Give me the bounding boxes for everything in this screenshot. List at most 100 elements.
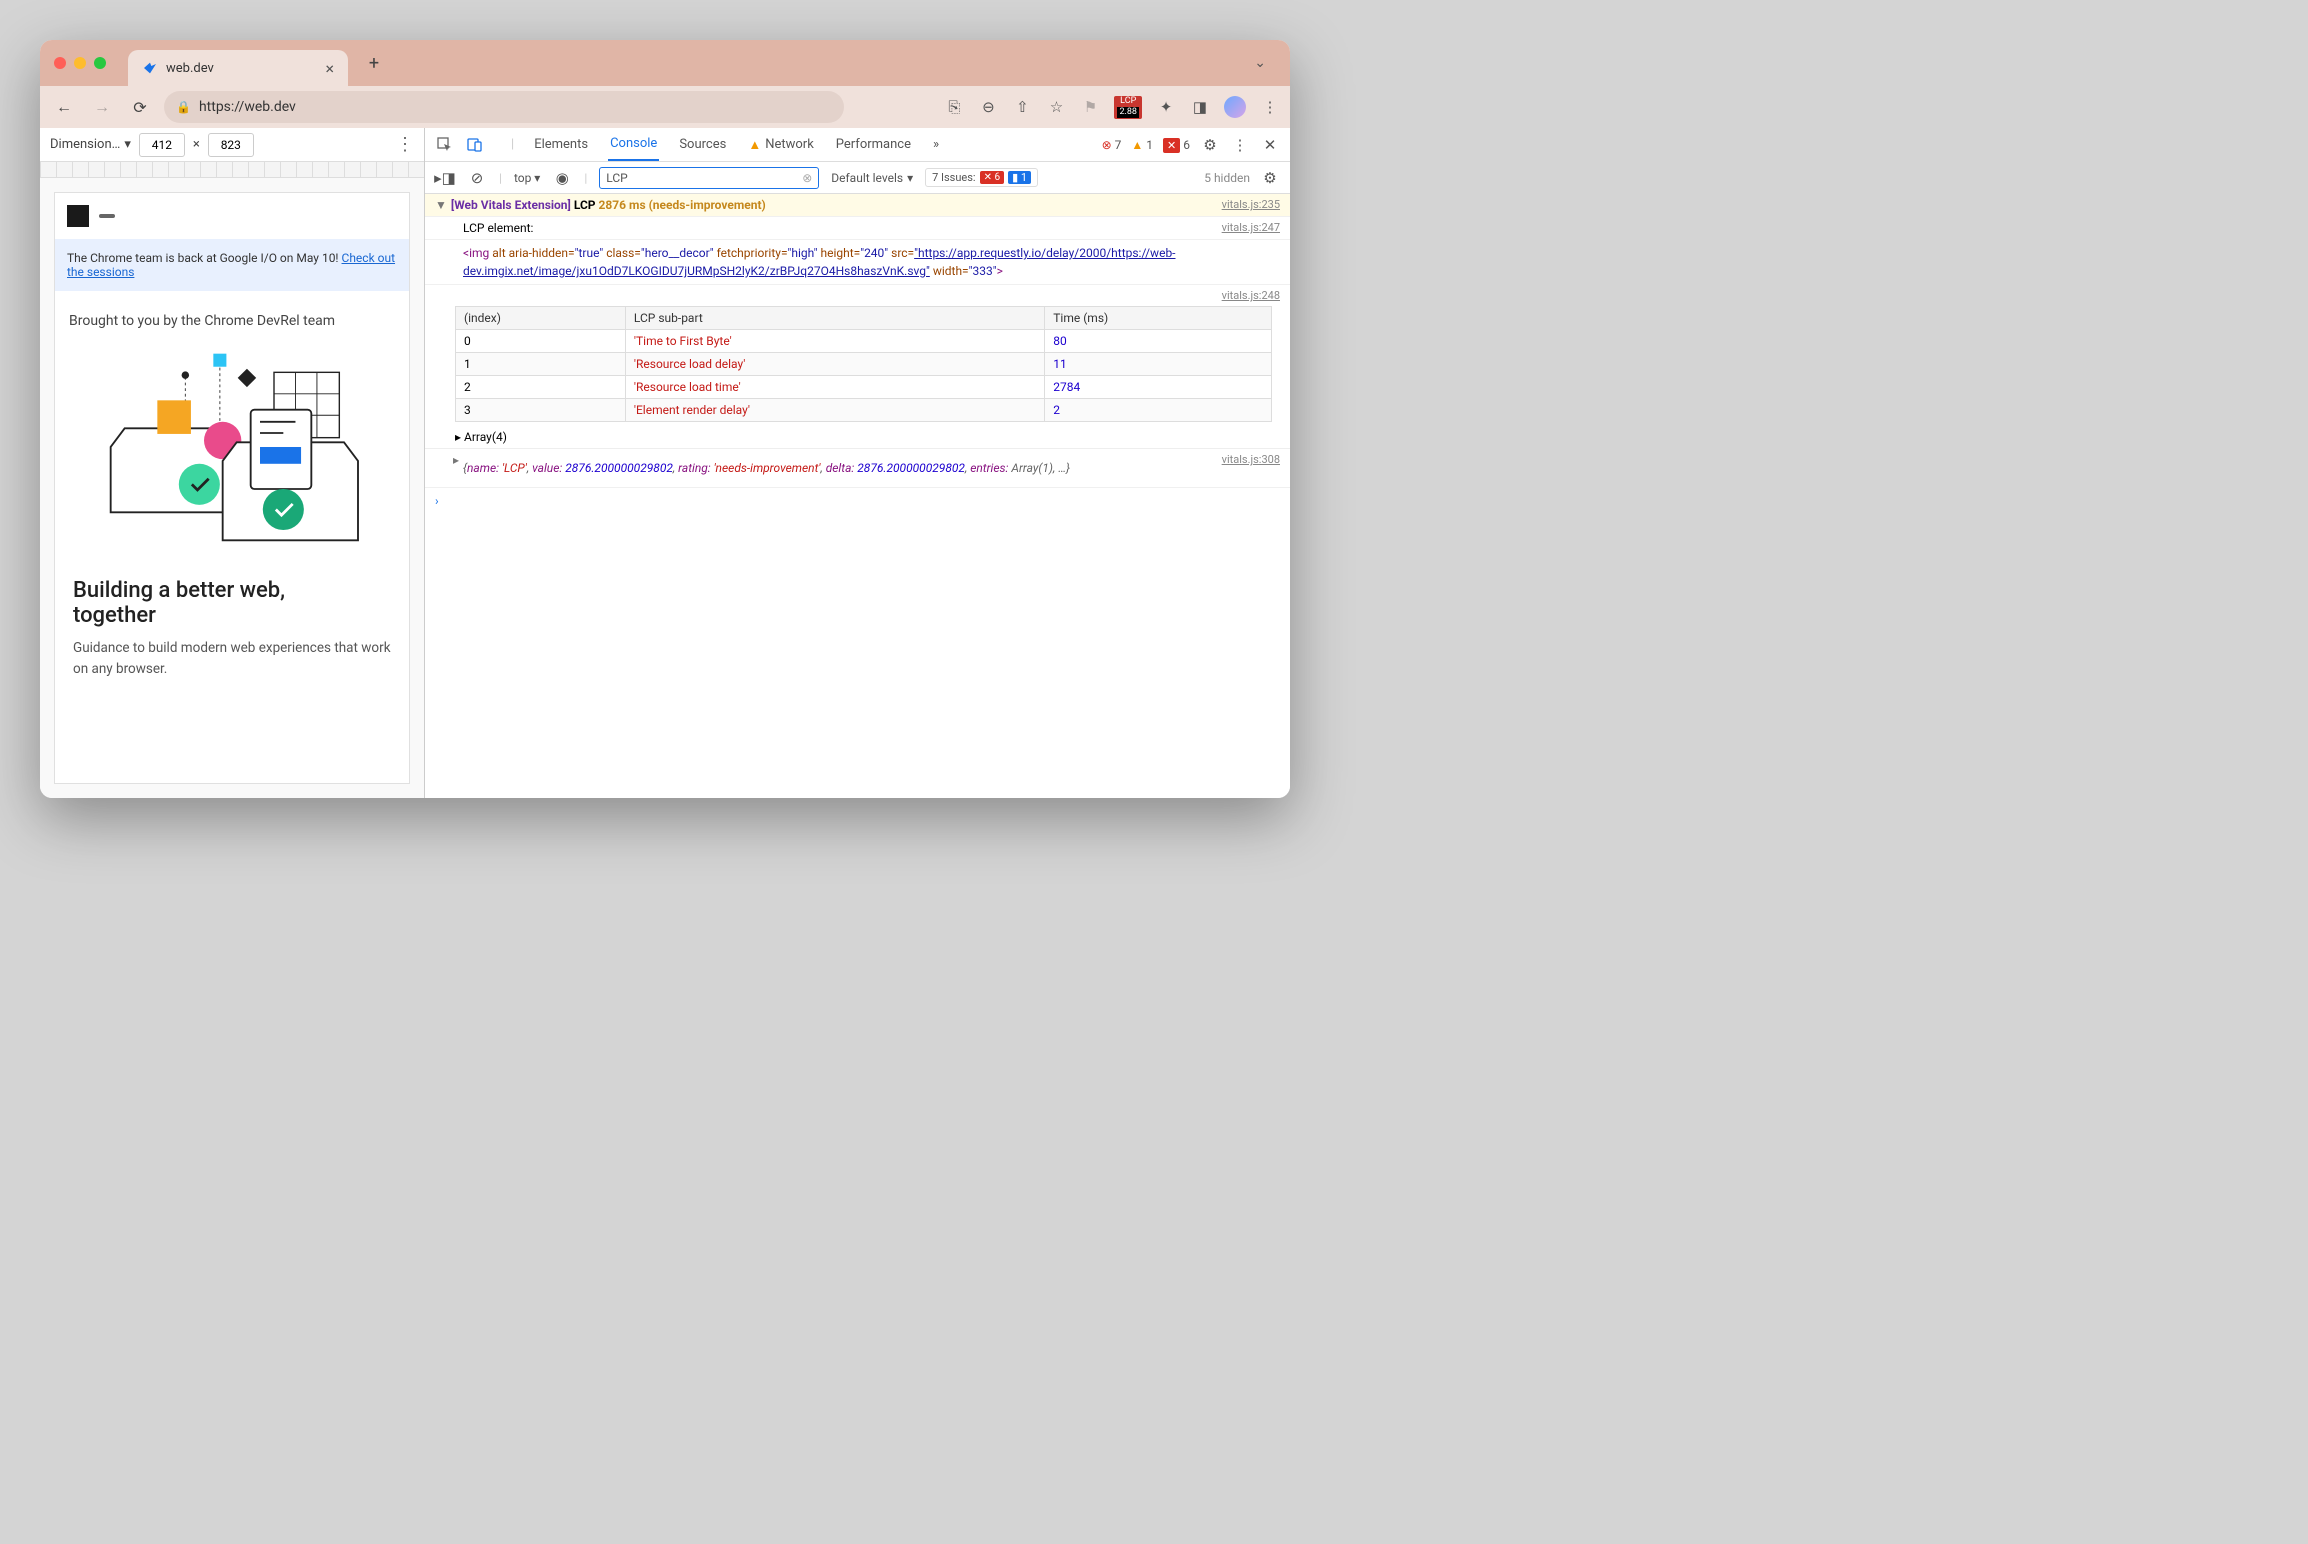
main-content: Dimension… ▾ × ⋮ The Chrome team is back…: [40, 128, 1290, 798]
hidden-count: 5 hidden: [1204, 171, 1250, 185]
browser-toolbar: ← → ⟳ 🔒 https://web.dev ⎘ ⊖ ⇧ ☆ ⚑ LCP 2.…: [40, 86, 1290, 128]
devtools-pane: | Elements Console Sources ▲ Network Per…: [425, 128, 1290, 798]
sidepanel-icon[interactable]: ◨: [1190, 97, 1210, 117]
zoom-icon[interactable]: ⊖: [978, 97, 998, 117]
tab-close-button[interactable]: ×: [325, 59, 334, 78]
page-banner: The Chrome team is back at Google I/O on…: [55, 239, 409, 291]
tab-title: web.dev: [166, 61, 214, 76]
console-log-row[interactable]: LCP element: vitals.js:247: [425, 217, 1290, 240]
tab-elements[interactable]: Elements: [532, 129, 590, 160]
browser-tab[interactable]: web.dev ×: [128, 50, 348, 86]
address-bar[interactable]: 🔒 https://web.dev: [164, 91, 844, 123]
extensions-icon[interactable]: ✦: [1156, 97, 1176, 117]
lock-icon: 🔒: [176, 100, 191, 114]
dimension-x: ×: [193, 137, 200, 152]
lcp-badge-label: LCP: [1120, 97, 1136, 106]
new-tab-button[interactable]: +: [360, 49, 388, 77]
back-button[interactable]: ←: [50, 93, 78, 121]
badge-count[interactable]: ✕ 6: [1163, 138, 1190, 152]
th-subpart[interactable]: LCP sub-part: [625, 307, 1044, 330]
maximize-window-button[interactable]: [94, 57, 106, 69]
console-filterbar: ▸◨ ⊘ | top ▾ ◉ | LCP ⊗ Default levels ▾ …: [425, 162, 1290, 194]
console-prompt[interactable]: ›: [425, 488, 1290, 514]
device-toggle-icon[interactable]: [465, 135, 485, 155]
logo-icon: [67, 205, 89, 227]
issues-button[interactable]: 7 Issues: ✕ 6 ▮ 1: [925, 168, 1038, 187]
page-header: [55, 193, 409, 239]
devtools-tabbar: | Elements Console Sources ▲ Network Per…: [425, 128, 1290, 162]
flag-icon[interactable]: ⚑: [1080, 97, 1100, 117]
array-expand-row[interactable]: ▸ Array(4): [425, 426, 1290, 448]
log-levels-select[interactable]: Default levels ▾: [831, 171, 913, 185]
height-input[interactable]: [208, 133, 254, 157]
tab-console[interactable]: Console: [608, 128, 659, 161]
live-expression-icon[interactable]: ◉: [552, 168, 572, 188]
site-favicon-icon: [142, 60, 158, 76]
install-icon[interactable]: ⎘: [944, 97, 964, 117]
dimensions-bar: Dimension… ▾ × ⋮: [40, 128, 424, 162]
tab-performance[interactable]: Performance: [834, 129, 913, 160]
browser-window: web.dev × + ⌄ ← → ⟳ 🔒 https://web.dev ⎘ …: [40, 40, 1290, 798]
console-log-row[interactable]: ▼ [Web Vitals Extension] LCP 2876 ms (ne…: [425, 194, 1290, 217]
lcp-breakdown-table: (index) LCP sub-part Time (ms) 0'Time to…: [455, 306, 1272, 422]
hero-subtitle: Guidance to build modern web experiences…: [55, 632, 409, 693]
device-select[interactable]: Dimension… ▾: [50, 137, 131, 152]
th-time[interactable]: Time (ms): [1045, 307, 1272, 330]
source-link[interactable]: vitals.js:235: [1222, 198, 1280, 212]
width-input[interactable]: [139, 133, 185, 157]
expand-icon[interactable]: ▼: [435, 198, 447, 212]
profile-avatar[interactable]: [1224, 96, 1246, 118]
clear-filter-icon[interactable]: ⊗: [802, 171, 812, 185]
banner-text: The Chrome team is back at Google I/O on…: [67, 251, 342, 265]
tab-overflow-button[interactable]: ⌄: [1244, 49, 1276, 77]
th-index[interactable]: (index): [456, 307, 626, 330]
minimize-window-button[interactable]: [74, 57, 86, 69]
lcp-extension-badge[interactable]: LCP 2.88: [1114, 96, 1142, 119]
warning-count[interactable]: ▲ 1: [1131, 138, 1153, 152]
lcp-badge-score: 2.88: [1117, 107, 1139, 118]
console-sidebar-toggle-icon[interactable]: ▸◨: [435, 168, 455, 188]
console-settings-icon[interactable]: ⚙: [1260, 168, 1280, 188]
ruler: [40, 162, 424, 178]
menu-icon[interactable]: ⋮: [1260, 97, 1280, 117]
close-window-button[interactable]: [54, 57, 66, 69]
gear-icon[interactable]: ⚙: [1200, 135, 1220, 155]
source-link[interactable]: vitals.js:247: [1222, 221, 1280, 235]
clear-console-icon[interactable]: ⊘: [467, 168, 487, 188]
viewport-more-button[interactable]: ⋮: [396, 134, 414, 155]
url-text: https://web.dev: [199, 99, 296, 115]
hero-illustration: [55, 339, 409, 564]
console-object-row[interactable]: ▸ {name: 'LCP', value: 2876.200000029802…: [425, 448, 1290, 488]
context-select[interactable]: top ▾: [514, 171, 540, 185]
console-element-row[interactable]: <img alt aria-hidden="true" class="hero_…: [425, 240, 1290, 285]
nav-placeholder: [99, 214, 115, 218]
tab-overflow[interactable]: »: [931, 129, 941, 160]
table-row[interactable]: 3'Element render delay'2: [456, 399, 1272, 422]
window-titlebar: web.dev × + ⌄: [40, 40, 1290, 86]
bookmark-icon[interactable]: ☆: [1046, 97, 1066, 117]
responsive-viewport-pane: Dimension… ▾ × ⋮ The Chrome team is back…: [40, 128, 425, 798]
table-row[interactable]: 1'Resource load delay'11: [456, 353, 1272, 376]
expand-icon[interactable]: ▸: [435, 453, 459, 483]
page-preview[interactable]: The Chrome team is back at Google I/O on…: [54, 192, 410, 784]
source-link[interactable]: vitals.js:248: [1222, 289, 1280, 302]
tab-sources[interactable]: Sources: [677, 129, 728, 160]
console-output[interactable]: ▼ [Web Vitals Extension] LCP 2876 ms (ne…: [425, 194, 1290, 798]
error-count[interactable]: ⊗ 7: [1102, 138, 1122, 152]
inspect-icon[interactable]: [435, 135, 455, 155]
console-table-row: vitals.js:248: [425, 285, 1290, 302]
tab-network[interactable]: ▲ Network: [746, 129, 815, 161]
intro-text: Brought to you by the Chrome DevRel team: [55, 291, 409, 339]
emulated-viewport: The Chrome team is back at Google I/O on…: [40, 178, 424, 798]
forward-button[interactable]: →: [88, 93, 116, 121]
console-filter-input[interactable]: LCP ⊗: [599, 167, 819, 189]
reload-button[interactable]: ⟳: [126, 93, 154, 121]
devtools-menu-icon[interactable]: ⋮: [1230, 135, 1250, 155]
traffic-lights: [54, 57, 106, 69]
source-link[interactable]: vitals.js:308: [1222, 453, 1280, 483]
share-icon[interactable]: ⇧: [1012, 97, 1032, 117]
hero-title: Building a better web, together: [55, 564, 409, 632]
table-row[interactable]: 2'Resource load time'2784: [456, 376, 1272, 399]
devtools-close-icon[interactable]: ✕: [1260, 135, 1280, 155]
table-row[interactable]: 0'Time to First Byte'80: [456, 330, 1272, 353]
